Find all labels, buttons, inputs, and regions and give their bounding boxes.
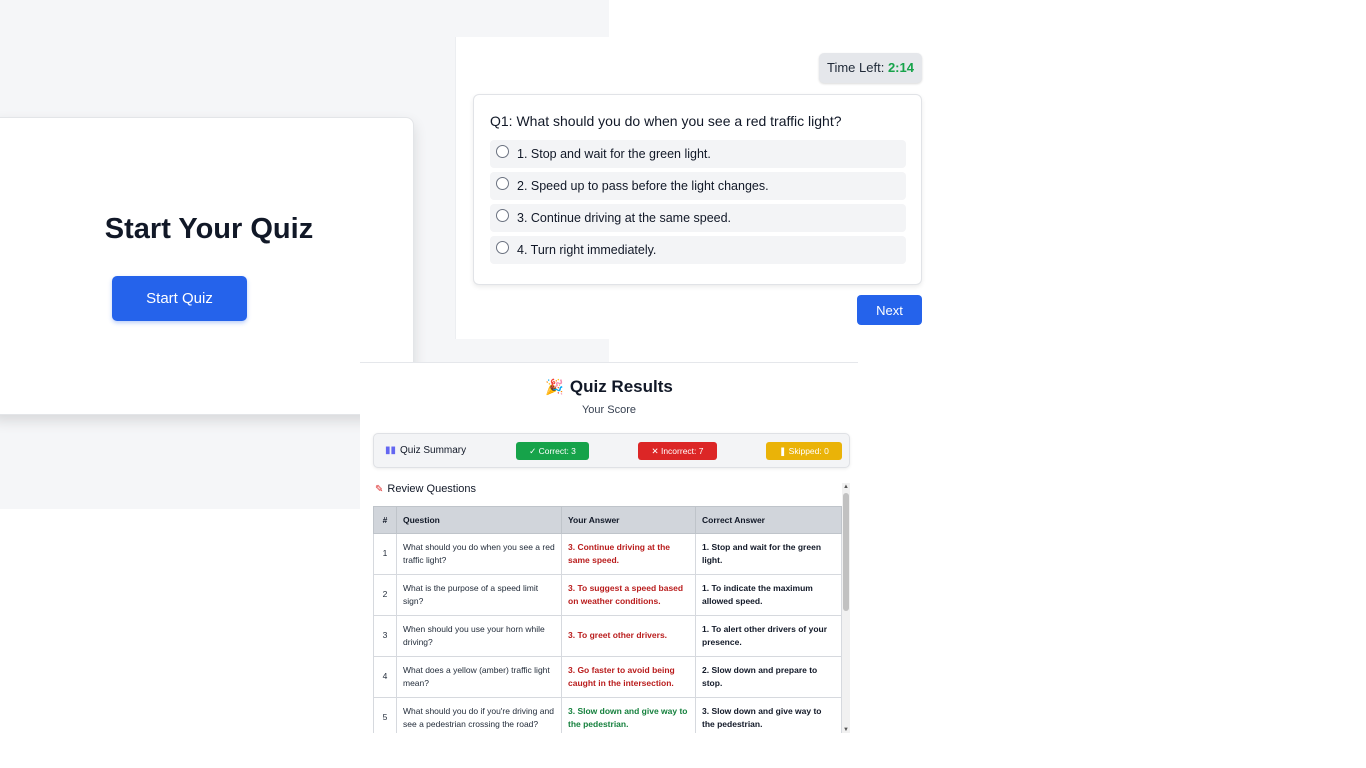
scroll-down-arrow-icon[interactable]: ▼: [842, 726, 850, 733]
bar-chart-icon: ▮▮: [385, 445, 397, 456]
table-row: 3 When should you use your horn while dr…: [373, 615, 842, 657]
correct-badge: ✓ Correct: 3: [516, 442, 589, 460]
incorrect-count: Incorrect: 7: [660, 446, 704, 456]
incorrect-badge: ✕ Incorrect: 7: [638, 442, 717, 460]
summary-label: ▮▮ Quiz Summary: [385, 445, 466, 456]
start-title: Start Your Quiz: [104, 213, 314, 245]
check-icon: ✓: [529, 446, 539, 456]
row-your-answer: 3. Continue driving at the same speed.: [561, 533, 696, 575]
radio-button[interactable]: [496, 209, 509, 222]
answer-option-2[interactable]: 2. Speed up to pass before the light cha…: [490, 172, 906, 200]
results-title: 🎉 Quiz Results: [360, 377, 858, 397]
row-your-answer: 3. Go faster to avoid being caught in th…: [561, 656, 696, 698]
table-row: 1 What should you do when you see a red …: [373, 533, 842, 575]
summary-label-text: Quiz Summary: [400, 445, 467, 456]
review-table-container[interactable]: # Question Your Answer Correct Answer 1 …: [373, 506, 842, 733]
question-card: Q1: What should you do when you see a re…: [473, 94, 922, 285]
row-number: 3: [373, 615, 397, 657]
table-row: 2 What is the purpose of a speed limit s…: [373, 574, 842, 616]
correct-count: Correct: 3: [538, 446, 576, 456]
review-table: # Question Your Answer Correct Answer 1 …: [373, 506, 842, 733]
col-header-your-answer: Your Answer: [561, 506, 696, 534]
question-screen: Time Left: 2:14 Q1: What should you do w…: [455, 37, 935, 339]
scroll-thumb[interactable]: [843, 493, 849, 611]
radio-button[interactable]: [496, 241, 509, 254]
row-question: What should you do if you're driving and…: [396, 697, 562, 733]
review-heading: ✎ Review Questions: [375, 483, 476, 495]
row-your-answer: 3. Slow down and give way to the pedestr…: [561, 697, 696, 733]
answer-option-4[interactable]: 4. Turn right immediately.: [490, 236, 906, 264]
option-label: 3. Continue driving at the same speed.: [517, 211, 732, 225]
row-question: What is the purpose of a speed limit sig…: [396, 574, 562, 616]
col-header-correct-answer: Correct Answer: [695, 506, 842, 534]
next-button[interactable]: Next: [857, 295, 922, 325]
table-scrollbar[interactable]: ▲ ▼: [842, 483, 850, 733]
results-screen: 🎉 Quiz Results Your Score ▮▮ Quiz Summary …: [360, 362, 858, 733]
row-number: 1: [373, 533, 397, 575]
skipped-badge: ❚ Skipped: 0: [766, 442, 842, 460]
results-title-text: Quiz Results: [569, 377, 673, 396]
row-number: 5: [373, 697, 397, 733]
row-question: What does a yellow (amber) traffic light…: [396, 656, 562, 698]
row-correct-answer: 2. Slow down and prepare to stop.: [695, 656, 842, 698]
row-number: 4: [373, 656, 397, 698]
review-heading-text: Review Questions: [387, 483, 477, 495]
option-label: 4. Turn right immediately.: [517, 243, 657, 257]
table-row: 5 What should you do if you're driving a…: [373, 697, 842, 733]
question-text: Q1: What should you do when you see a re…: [490, 113, 842, 129]
row-correct-answer: 1. To indicate the maximum allowed speed…: [695, 574, 842, 616]
row-correct-answer: 1. To alert other drivers of your presen…: [695, 615, 842, 657]
row-number: 2: [373, 574, 397, 616]
start-quiz-button[interactable]: Start Quiz: [112, 276, 247, 321]
answer-option-1[interactable]: 1. Stop and wait for the green light.: [490, 140, 906, 168]
row-question: When should you use your horn while driv…: [396, 615, 562, 657]
option-label: 1. Stop and wait for the green light.: [517, 147, 711, 161]
scroll-up-arrow-icon[interactable]: ▲: [842, 483, 850, 491]
timer: Time Left: 2:14: [819, 53, 922, 83]
col-header-number: #: [373, 506, 397, 534]
start-card: Start Your Quiz Start Quiz: [0, 117, 414, 415]
radio-button[interactable]: [496, 145, 509, 158]
party-popper-icon: 🎉: [545, 379, 564, 396]
table-header-row: # Question Your Answer Correct Answer: [373, 506, 842, 534]
quiz-summary: ▮▮ Quiz Summary ✓ Correct: 3 ✕ Incorrect:…: [373, 433, 850, 468]
row-your-answer: 3. To greet other drivers.: [561, 615, 696, 657]
table-row: 4 What does a yellow (amber) traffic lig…: [373, 656, 842, 698]
timer-label: Time Left:: [827, 60, 885, 75]
timer-value: 2:14: [887, 60, 914, 75]
answer-option-3[interactable]: 3. Continue driving at the same speed.: [490, 204, 906, 232]
radio-button[interactable]: [496, 177, 509, 190]
skip-icon: ❚: [779, 446, 789, 456]
cross-icon: ✕: [651, 446, 661, 456]
option-label: 2. Speed up to pass before the light cha…: [517, 179, 769, 193]
results-subtitle: Your Score: [581, 404, 637, 416]
row-question: What should you do when you see a red tr…: [396, 533, 562, 575]
col-header-question: Question: [396, 506, 562, 534]
memo-icon: ✎: [375, 484, 384, 495]
row-correct-answer: 3. Slow down and give way to the pedestr…: [695, 697, 842, 733]
skipped-count: Skipped: 0: [788, 446, 829, 456]
row-correct-answer: 1. Stop and wait for the green light.: [695, 533, 842, 575]
row-your-answer: 3. To suggest a speed based on weather c…: [561, 574, 696, 616]
